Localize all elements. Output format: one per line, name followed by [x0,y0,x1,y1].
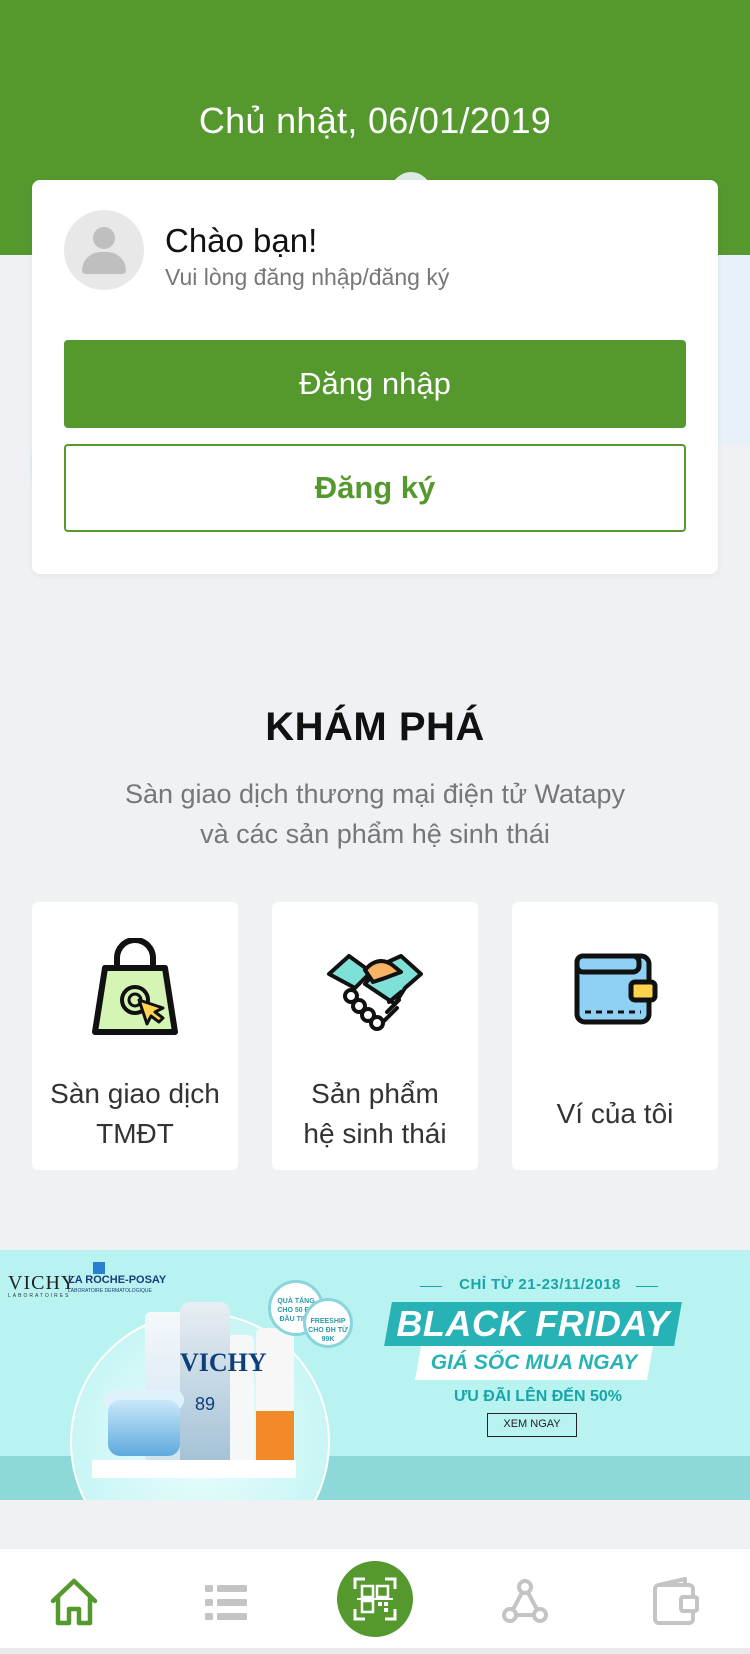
shopping-bag-icon [92,938,178,1035]
product-serum-brand: VICHY [180,1348,267,1377]
avatar[interactable] [64,210,144,290]
product-serum-number: 89 [194,1394,216,1414]
tile-label: Sàn giao dịch TMĐT [32,1074,238,1154]
qr-scan-icon [353,1577,397,1621]
promo-banner[interactable]: VICHY LABORATOIRES LA ROCHE-POSAY LABORA… [0,1250,750,1500]
banner-subheadline: GIÁ SỐC MUA NGAY [430,1351,638,1374]
freeship-bubble: FREESHIP CHO ĐH TỪ 99K [303,1298,353,1348]
list-icon[interactable] [199,1575,253,1629]
tile-label-line: Sàn giao dịch [50,1078,220,1109]
handshake-icon [327,954,423,1031]
greeting-text: Chào bạn! [165,222,318,259]
date-title: Chủ nhật, 06/01/2019 [198,100,552,141]
brand-logo-mark [93,1262,105,1274]
login-button[interactable]: Đăng nhập [64,340,686,428]
explore-description-line: Sàn giao dịch thương mại điện tử Watapy [124,779,626,809]
explore-description: Sàn giao dịch thương mại điện tử Watapy … [95,774,655,854]
register-button[interactable]: Đăng ký [64,444,686,532]
banner-date-range: CHỈ TỪ 21-23/11/2018 [459,1276,621,1293]
account-card: Chào bạn! Vui lòng đăng nhập/đăng ký Đăn… [32,180,718,574]
avatar-body [82,252,126,274]
qr-scan-button[interactable] [337,1561,413,1637]
explore-description-line: và các sản phẩm hệ sinh thái [200,819,550,849]
brand-logo-laroche-sub: LABORATOIRE DERMATOLOGIQUE [68,1288,152,1294]
system-gesture-bar [0,1648,750,1654]
greeting-subtitle: Vui lòng đăng nhập/đăng ký [165,264,450,290]
product-jar [108,1400,180,1456]
product-serum: VICHY 89 [180,1302,267,1472]
tile-label-line: hệ sinh thái [303,1118,447,1149]
brand-logo-laroche: LA ROCHE-POSAY [68,1274,167,1286]
network-icon[interactable] [498,1575,552,1629]
tile-label: Ví của tôi [556,1098,674,1129]
wallet-icon [574,953,658,1025]
home-icon[interactable] [47,1575,101,1629]
brand-logo-vichy-sub: LABORATOIRES [8,1293,71,1299]
banner-subheadline-box: GIÁ SỐC MUA NGAY [415,1346,653,1380]
explore-tiles: Sàn giao dịch TMĐT Sản phẩm hệ sinh thái [32,902,718,1170]
explore-title: KHÁM PHÁ [265,705,485,749]
brand-logo-vichy: VICHY [8,1272,77,1294]
product-platform [92,1460,296,1478]
banner-headline: BLACK FRIDAY [396,1303,670,1344]
tile-ecosystem-products[interactable]: Sản phẩm hệ sinh thái [272,902,478,1170]
tile-label-line: Sản phẩm [311,1078,439,1109]
tile-label-line: TMĐT [96,1118,174,1149]
tile-label: Sản phẩm hệ sinh thái [272,1074,478,1154]
banner-headline-box: BLACK FRIDAY [384,1302,682,1346]
avatar-head [93,227,115,249]
bottom-nav [0,1548,750,1654]
wallet-icon[interactable] [649,1575,703,1629]
banner-cta-button[interactable]: XEM NGAY [487,1413,577,1437]
tile-my-wallet[interactable]: Ví của tôi [512,902,718,1170]
banner-offer: ƯU ĐÃI LÊN ĐẾN 50% [454,1388,622,1405]
tile-marketplace[interactable]: Sàn giao dịch TMĐT [32,902,238,1170]
